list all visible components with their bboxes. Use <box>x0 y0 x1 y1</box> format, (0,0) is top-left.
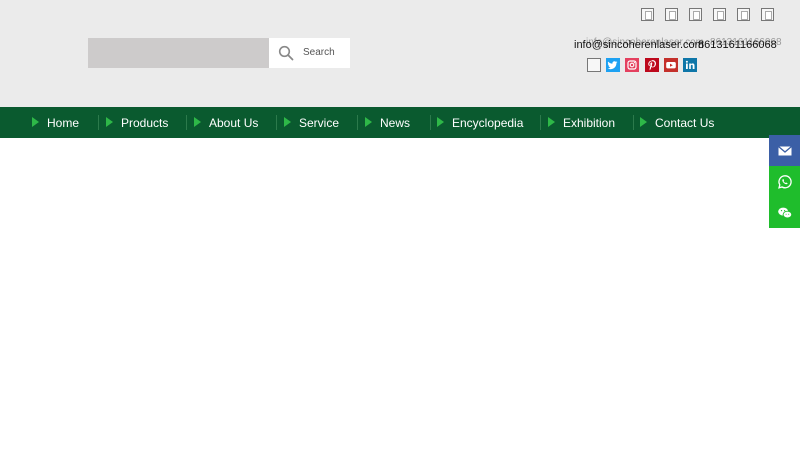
side-whatsapp-button[interactable] <box>769 166 800 197</box>
flag-icon[interactable] <box>737 8 750 21</box>
nav-divider <box>276 115 277 130</box>
nav-item-label: Service <box>299 116 340 130</box>
twitter-icon[interactable] <box>606 58 620 72</box>
youtube-icon[interactable] <box>664 58 678 72</box>
nav-item-label: News <box>380 116 411 130</box>
search-button[interactable]: Search <box>269 38 350 68</box>
contact-phone[interactable]: 8613161166068 <box>698 39 777 51</box>
site-header: Search info@sincoherenlaser.com 86131611… <box>0 0 800 107</box>
flag-icon[interactable] <box>713 8 726 21</box>
side-email-button[interactable] <box>769 135 800 166</box>
nav-item-label: Home <box>47 116 80 130</box>
whatsapp-icon <box>777 174 792 189</box>
nav-arrow-icon <box>365 117 372 127</box>
nav-arrow-icon <box>640 117 647 127</box>
search-bar: Search <box>88 38 350 68</box>
side-wechat-button[interactable] <box>769 197 800 228</box>
nav-arrow-icon <box>437 117 444 127</box>
wechat-icon <box>777 207 792 218</box>
contact-email[interactable]: info@sincoherenlaser.com <box>574 39 704 51</box>
nav-divider <box>98 115 99 130</box>
nav-arrow-icon <box>194 117 201 127</box>
nav-item-label: Encyclopedia <box>452 116 524 130</box>
nav-arrow-icon <box>106 117 113 127</box>
nav-arrow-icon <box>284 117 291 127</box>
nav-divider <box>540 115 541 130</box>
flag-icon[interactable] <box>665 8 678 21</box>
nav-item-label: About Us <box>209 116 259 130</box>
flag-icon[interactable] <box>761 8 774 21</box>
instagram-icon[interactable] <box>625 58 639 72</box>
main-nav: Home Products About Us Service News Ency… <box>0 107 800 138</box>
nav-arrow-icon <box>32 117 39 127</box>
linkedin-icon[interactable] <box>683 58 697 72</box>
search-button-label: Search <box>303 47 335 58</box>
flag-icon[interactable] <box>641 8 654 21</box>
search-input[interactable] <box>88 38 269 68</box>
nav-arrow-icon <box>548 117 555 127</box>
flag-icon[interactable] <box>689 8 702 21</box>
email-icon <box>777 145 792 155</box>
nav-divider <box>430 115 431 130</box>
nav-item-label: Products <box>121 116 169 130</box>
nav-divider <box>357 115 358 130</box>
flag-icon[interactable] <box>587 58 601 72</box>
pinterest-icon[interactable] <box>645 58 659 72</box>
nav-divider <box>186 115 187 130</box>
nav-divider <box>633 115 634 130</box>
nav-item-label: Contact Us <box>655 116 715 130</box>
search-icon <box>278 45 294 61</box>
nav-item-label: Exhibition <box>563 116 616 130</box>
